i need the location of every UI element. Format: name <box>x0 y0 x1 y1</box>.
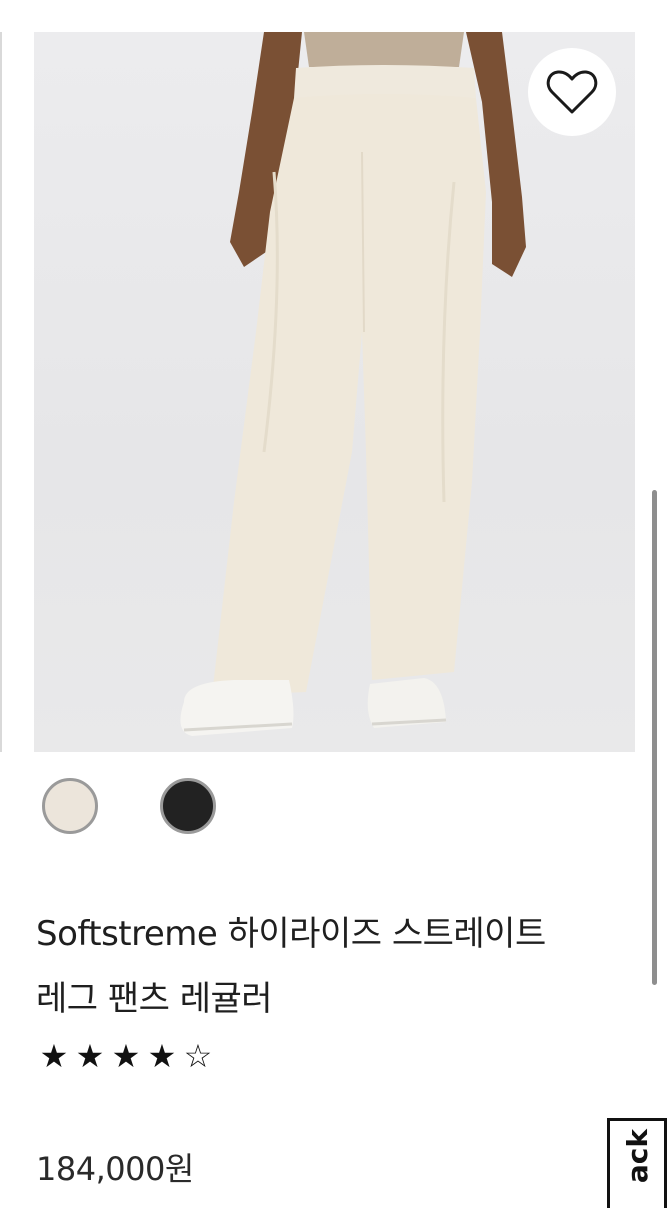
pants-illustration <box>180 32 526 736</box>
favorite-button[interactable] <box>528 48 616 136</box>
star-icon: ★ <box>75 1037 105 1075</box>
feedback-tab[interactable]: ack <box>607 1118 667 1208</box>
heart-outline-icon <box>546 70 598 114</box>
star-icon: ★ <box>147 1037 177 1075</box>
star-rating: ★ ★ ★ ★ ☆ <box>36 1036 216 1076</box>
waistband <box>294 65 476 98</box>
previous-card-edge <box>0 32 2 752</box>
product-title-line-2: 레그 팬츠 레귤러 <box>36 979 273 1019</box>
star-icon: ★ <box>39 1037 69 1075</box>
star-icon: ★ <box>111 1037 141 1075</box>
product-price: 184,000원 <box>36 1150 194 1188</box>
star-outline-icon: ☆ <box>183 1037 213 1075</box>
color-swatch-black[interactable] <box>160 778 216 834</box>
product-title-line-1: Softstreme 하이라이즈 스트레이트 <box>36 914 546 954</box>
product-title[interactable]: Softstreme 하이라이즈 스트레이트 레그 팬츠 레귤러 <box>36 902 626 1032</box>
product-image[interactable] <box>34 32 635 752</box>
feedback-tab-label: ack <box>621 1129 654 1184</box>
shirt-shape <box>304 32 464 67</box>
scrollbar-thumb[interactable] <box>652 490 657 985</box>
color-swatch-cream[interactable] <box>42 778 98 834</box>
